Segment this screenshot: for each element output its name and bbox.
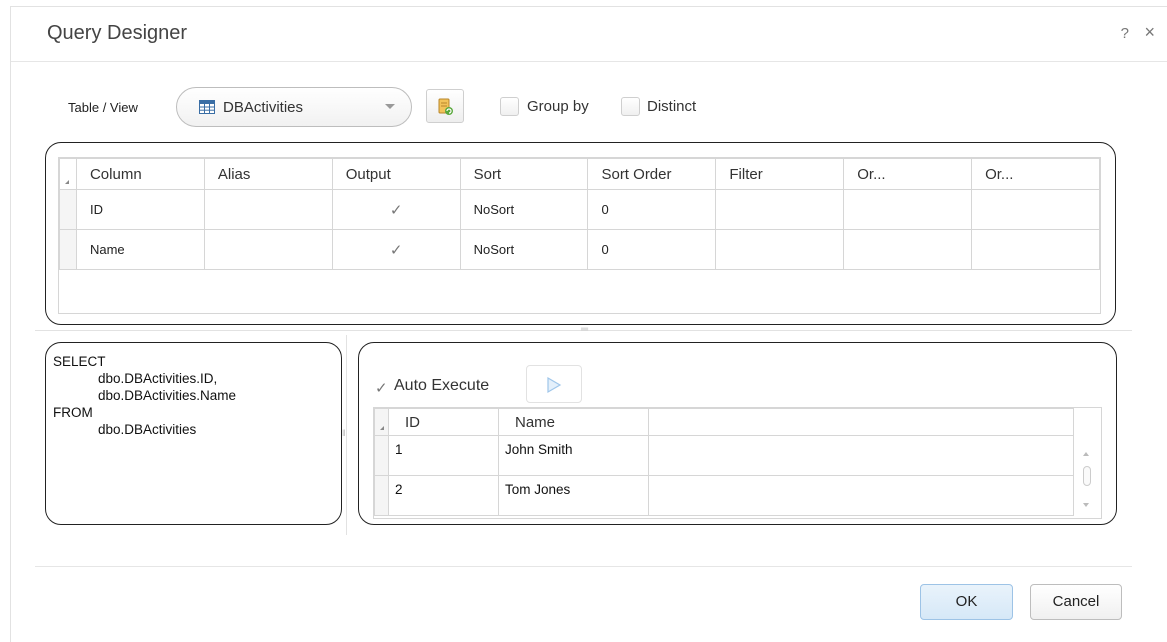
column-cell[interactable]: Name [75,229,205,270]
filter-header[interactable]: Filter [715,158,845,190]
sort-order-cell[interactable]: 0 [587,229,717,270]
table-row[interactable]: 1 John Smith [374,435,1074,476]
columns-panel: Column Alias Output Sort Sort Order Filt… [45,142,1116,325]
name-cell[interactable]: Tom Jones [498,475,649,516]
alias-cell[interactable] [203,229,333,270]
or-cell[interactable] [843,189,973,230]
filter-cell[interactable] [715,189,845,230]
refresh-table-button[interactable] [426,89,464,123]
id-header[interactable]: ID [388,408,499,436]
empty-cell [648,475,1074,516]
filter-cell[interactable] [715,229,845,270]
or-header[interactable]: Or... [843,158,973,190]
sort-order-cell[interactable]: 0 [587,189,717,230]
empty-header [648,408,1074,436]
title-bar: Query Designer ? × [11,7,1167,62]
results-panel: ✓ Auto Execute ID Name 1 John Smith 2 To… [358,342,1117,525]
scrollbar-thumb[interactable] [1083,466,1091,486]
auto-execute-checkbox[interactable]: ✓ [375,379,388,397]
splitter-grip-icon[interactable]: ‖ [342,428,346,438]
alias-cell[interactable] [203,189,333,230]
sql-text[interactable]: SELECT dbo.DBActivities.ID, dbo.DBActivi… [53,353,236,438]
name-cell[interactable]: John Smith [498,435,649,476]
ok-button[interactable]: OK [920,584,1013,620]
or-cell[interactable] [971,229,1100,270]
table-row[interactable]: ID ✓ NoSort 0 [59,189,1100,230]
play-icon [547,376,562,394]
help-button[interactable]: ? [1121,25,1129,42]
distinct-label: Distinct [647,98,697,115]
id-cell[interactable]: 2 [388,475,499,516]
columns-header-row: Column Alias Output Sort Sort Order Filt… [59,158,1100,190]
or-cell[interactable] [971,189,1100,230]
or-header[interactable]: Or... [971,158,1100,190]
chevron-down-icon [385,104,395,109]
results-header-row: ID Name [374,408,1074,436]
table-row[interactable]: 2 Tom Jones [374,475,1074,516]
output-checkbox[interactable]: ✓ [331,229,461,270]
sort-cell[interactable]: NoSort [459,229,589,270]
run-query-button[interactable] [526,365,582,403]
sql-panel: SELECT dbo.DBActivities.ID, dbo.DBActivi… [45,342,342,525]
sort-header[interactable]: Sort [459,158,589,190]
table-icon [199,100,215,114]
columns-table: Column Alias Output Sort Sort Order Filt… [59,158,1100,270]
empty-cell [648,435,1074,476]
alias-header[interactable]: Alias [203,158,333,190]
row-selector[interactable] [374,435,389,476]
group-by-checkbox[interactable] [500,97,519,116]
check-icon: ✓ [389,241,403,259]
refresh-table-icon [438,98,453,115]
close-button[interactable]: × [1144,22,1155,43]
sort-cell[interactable]: NoSort [459,189,589,230]
grid-corner [59,158,77,190]
row-selector[interactable] [374,475,389,516]
row-selector[interactable] [59,189,77,230]
grid-corner [374,408,389,436]
columns-grid: Column Alias Output Sort Sort Order Filt… [58,157,1101,314]
vertical-splitter[interactable] [346,335,347,535]
dialog-title: Query Designer [47,22,188,44]
name-header[interactable]: Name [498,408,649,436]
results-table: ID Name 1 John Smith 2 Tom Jones [374,408,1074,516]
sort-order-header[interactable]: Sort Order [587,158,717,190]
or-cell[interactable] [843,229,973,270]
table-view-dropdown[interactable]: DBActivities [176,87,412,127]
cancel-button[interactable]: Cancel [1030,584,1122,620]
id-cell[interactable]: 1 [388,435,499,476]
table-row[interactable]: Name ✓ NoSort 0 [59,229,1100,270]
output-header[interactable]: Output [331,158,461,190]
group-by-label: Group by [527,98,589,115]
footer-divider [35,566,1132,567]
table-view-value: DBActivities [223,99,304,116]
column-cell[interactable]: ID [75,189,205,230]
results-grid: ID Name 1 John Smith 2 Tom Jones [373,407,1102,519]
scroll-down-icon[interactable] [1083,503,1089,507]
row-selector[interactable] [59,229,77,270]
check-icon: ✓ [389,201,403,219]
scroll-up-icon[interactable] [1083,452,1089,456]
table-view-label: Table / View [68,100,138,115]
splitter-grip-icon[interactable]: ═ [581,324,588,335]
output-checkbox[interactable]: ✓ [331,189,461,230]
column-header[interactable]: Column [75,158,205,190]
distinct-checkbox[interactable] [621,97,640,116]
auto-execute-label: Auto Execute [394,377,490,394]
